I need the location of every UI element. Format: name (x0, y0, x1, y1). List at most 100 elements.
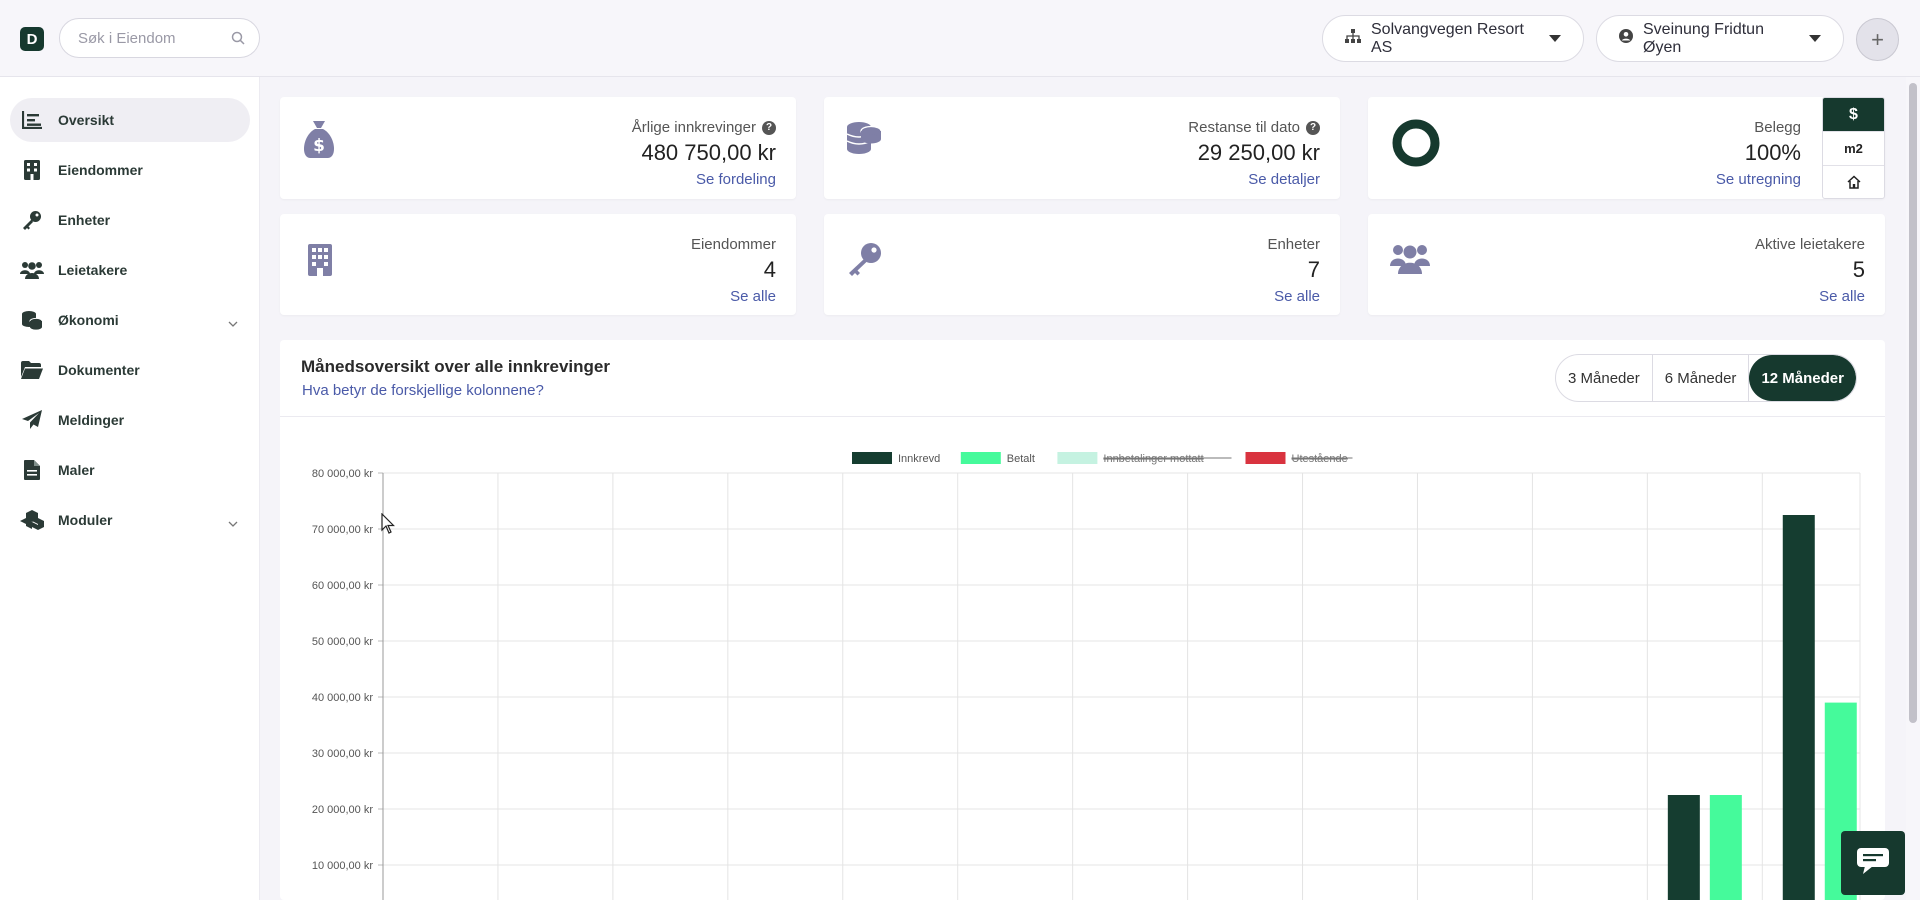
see-distribution-link[interactable]: Se fordeling (696, 171, 776, 188)
card-label-text: Restanse til dato (1188, 119, 1300, 136)
card-value: 7 (1307, 257, 1320, 282)
sidebar-item-meldinger[interactable]: Meldinger (10, 398, 250, 442)
top-bar: D Solvangvegen Resort AS Sveinung Fridtu… (0, 0, 1920, 77)
area-option[interactable]: m2 (1823, 132, 1884, 166)
sidebar-item-label: Moduler (58, 512, 113, 528)
plus-icon: + (1871, 26, 1884, 52)
chart-list-icon (20, 108, 44, 132)
user-circle-icon (1619, 29, 1633, 48)
page-scrollbar[interactable] (1906, 77, 1920, 900)
sidebar-item-enheter[interactable]: Enheter (10, 198, 250, 242)
range-6-months-button[interactable]: 6 Måneder (1653, 355, 1750, 401)
chevron-down-icon (228, 314, 238, 330)
card-label: Årlige innkrevinger? (632, 119, 776, 136)
sidebar-item-label: Økonomi (58, 312, 119, 328)
range-12-months-button[interactable]: 12 Måneder (1749, 355, 1856, 401)
y-tick-label: 60 000,00 kr (312, 580, 373, 592)
sidebar-item-label: Enheter (58, 212, 111, 228)
y-tick-label: 70 000,00 kr (312, 524, 373, 536)
organization-name: Solvangvegen Resort AS (1371, 20, 1524, 56)
range-3-months-button[interactable]: 3 Måneder (1556, 355, 1653, 401)
users-icon (1390, 244, 1430, 279)
sidebar-item-leietakere[interactable]: Leietakere (10, 248, 250, 292)
properties-card: Eiendommer 4 Se alle (280, 214, 796, 315)
logo-letter: D (26, 30, 38, 48)
help-icon[interactable]: ? (1306, 120, 1320, 135)
y-tick-label: 40 000,00 kr (312, 692, 373, 704)
card-label: Aktive leietakere (1754, 236, 1865, 253)
file-icon (20, 458, 44, 482)
arrears-card: Restanse til dato? 29 250,00 kr Se detal… (824, 97, 1340, 199)
card-label: Restanse til dato? (1188, 119, 1320, 136)
sidebar-item-dokumenter[interactable]: Dokumenter (10, 348, 250, 392)
range-selector: 3 Måneder 6 Måneder 12 Måneder (1555, 354, 1857, 402)
legend-label: Betalt (1007, 453, 1035, 465)
see-all-tenants-link[interactable]: Se alle (1819, 288, 1865, 305)
chevron-down-icon (228, 514, 238, 530)
y-tick-label: 20 000,00 kr (312, 804, 373, 816)
legend-label: Innbetalinger mottatt (1103, 453, 1203, 465)
sidebar-item-eiendommer[interactable]: Eiendommer (10, 148, 250, 192)
legend-swatch (1057, 452, 1098, 464)
sidebar-item-label: Leietakere (58, 262, 128, 278)
y-tick-label: 30 000,00 kr (312, 748, 373, 760)
sidebar-item-oversikt[interactable]: Oversikt (10, 98, 250, 142)
card-label: Eiendommer (690, 236, 776, 253)
organization-selector[interactable]: Solvangvegen Resort AS (1322, 15, 1584, 62)
currency-option[interactable]: $ (1823, 98, 1884, 132)
search-input[interactable] (78, 29, 218, 47)
card-value: 100% (1744, 140, 1801, 165)
card-value: 480 750,00 kr (641, 140, 776, 165)
see-calculation-link[interactable]: Se utregning (1716, 171, 1801, 188)
building-icon (20, 158, 44, 182)
sidebar-item-maler[interactable]: Maler (10, 448, 250, 492)
legend-swatch (960, 452, 1001, 464)
card-value: 5 (1852, 257, 1865, 282)
scrollbar-thumb[interactable] (1909, 83, 1917, 723)
svg-text:$: $ (313, 136, 325, 156)
columns-help-link[interactable]: Hva betyr de forskjellige kolonnene? (302, 382, 544, 399)
see-details-link[interactable]: Se detaljer (1248, 171, 1320, 188)
unit-option[interactable] (1823, 166, 1884, 198)
key-icon (848, 242, 882, 281)
home-icon (1846, 174, 1861, 192)
help-icon[interactable]: ? (762, 120, 776, 135)
annual-collections-card: $ Årlige innkrevinger? 480 750,00 kr Se … (280, 97, 796, 199)
app-logo[interactable]: D (20, 27, 44, 51)
cubes-icon (20, 508, 44, 532)
caret-down-icon (1549, 35, 1561, 42)
card-label: Belegg (1754, 119, 1801, 136)
y-tick-label: 50 000,00 kr (312, 636, 373, 648)
paper-plane-icon (20, 408, 44, 432)
sidebar-item-moduler[interactable]: Moduler (10, 498, 250, 542)
tenants-card: Aktive leietakere 5 Se alle (1368, 214, 1885, 315)
add-button[interactable]: + (1856, 18, 1899, 61)
chat-icon (1857, 847, 1889, 879)
monthly-overview-panel: Månedsoversikt over alle innkrevinger Hv… (280, 340, 1885, 900)
card-label: Enheter (1267, 236, 1320, 253)
bar-innkrevd (1782, 515, 1815, 900)
unit-toggle: $ m2 (1822, 97, 1885, 199)
users-icon (20, 258, 44, 282)
user-name: Sveinung Fridtun Øyen (1643, 20, 1764, 56)
collections-bar-chart: 80 000,00 kr 70 000,00 kr 60 000,00 kr 50 0… (312, 452, 1861, 900)
y-tick-label: 80 000,00 kr (312, 468, 373, 480)
chart-title: Månedsoversikt over alle innkrevinger (301, 357, 610, 376)
chat-button[interactable] (1841, 831, 1905, 895)
user-menu[interactable]: Sveinung Fridtun Øyen (1596, 15, 1844, 62)
search-icon[interactable] (231, 31, 245, 50)
coins-icon (20, 308, 44, 332)
sidebar-item-label: Eiendommer (58, 162, 143, 178)
sidebar-item-label: Oversikt (58, 112, 115, 128)
y-tick-label: 10 000,00 kr (312, 860, 373, 872)
sidebar-item-label: Dokumenter (58, 362, 140, 378)
legend-swatch (852, 452, 892, 464)
occupancy-card: Belegg 100% Se utregning (1368, 97, 1885, 199)
bar-betalt (1709, 795, 1742, 900)
legend-label: Innkrevd (898, 453, 940, 465)
units-card: Enheter 7 Se alle (824, 214, 1340, 315)
search-box[interactable] (59, 18, 260, 58)
sidebar-item-okonomi[interactable]: Økonomi (10, 298, 250, 342)
see-all-units-link[interactable]: Se alle (1274, 288, 1320, 305)
see-all-properties-link[interactable]: Se alle (730, 288, 776, 305)
